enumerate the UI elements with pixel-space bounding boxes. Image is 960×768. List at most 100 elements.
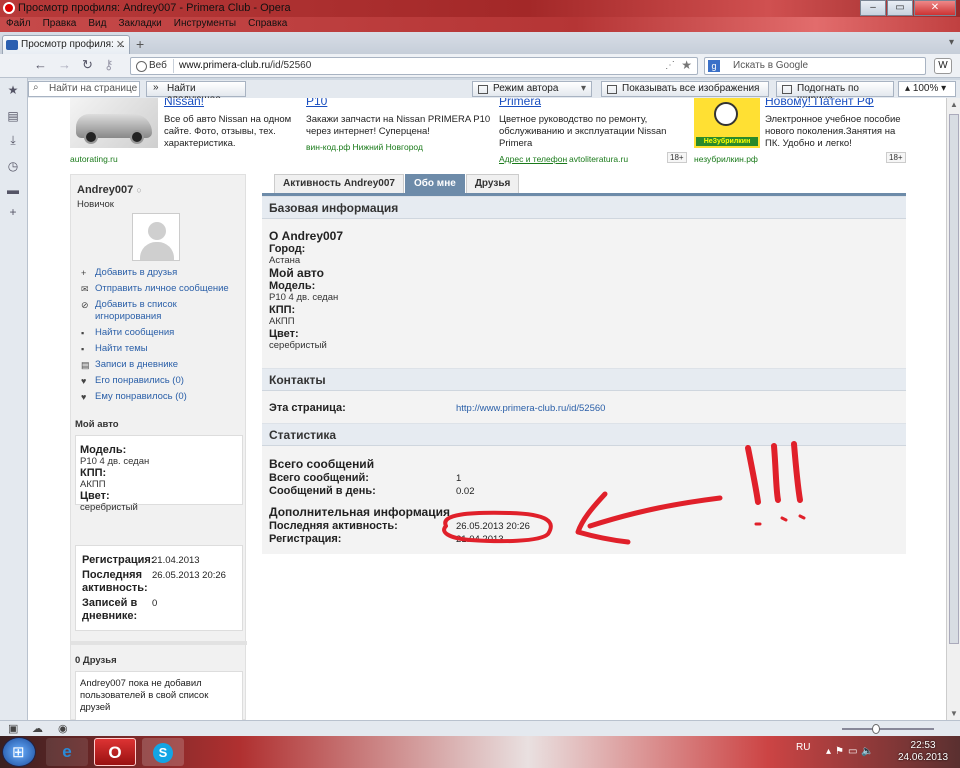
find-next-button[interactable]: Найти следующее [146, 81, 246, 105]
tab-menu-chevron-icon[interactable]: ▾ [949, 37, 954, 48]
opera-logo-icon [3, 2, 15, 14]
history-clock-icon[interactable]: ◷ [6, 160, 20, 172]
vertical-scrollbar[interactable]: ▲ ▼ [946, 98, 960, 720]
ad-address-link[interactable]: Адрес и телефон [499, 154, 567, 164]
google-icon[interactable]: g [708, 60, 720, 72]
clock-date: 24.06.2013 [898, 752, 949, 763]
ad-title[interactable]: Nissan! [164, 98, 204, 108]
ad-source[interactable]: autorating.ru [70, 154, 118, 164]
scroll-up-icon[interactable]: ▲ [950, 100, 958, 109]
total-posts-label: Всего сообщений: [269, 472, 369, 484]
ad-source[interactable]: avtoliteratura.ru [569, 154, 628, 164]
search-field[interactable]: g Искать в Google [704, 57, 926, 75]
ignore-user-link[interactable]: ⊘ Добавить в список игнорирования [79, 299, 243, 323]
gearbox-value: АКПП [80, 479, 106, 490]
last-activity-value: 26.05.2013 20:26 [152, 570, 226, 581]
model-value: P10 4 дв. седан [269, 292, 339, 303]
likes-given-link[interactable]: ♥ Ему понравилось (0) [79, 391, 243, 403]
zoom-slider-knob[interactable] [872, 724, 880, 734]
clock[interactable]: 22:53 24.06.2013 [898, 740, 948, 764]
cloud-icon[interactable]: ☁ [32, 722, 43, 735]
liked-by-link[interactable]: ♥ Его понравились (0) [79, 375, 243, 387]
fit-width-button[interactable]: Подогнать по ширине [776, 81, 894, 105]
diary-count-value: 0 [152, 598, 158, 609]
diary-entries-link[interactable]: ▤ Записи в дневнике [79, 359, 243, 371]
ad-title[interactable]: P10 [306, 98, 327, 108]
new-tab-icon[interactable]: + [136, 36, 144, 52]
car-ad-image[interactable] [70, 98, 158, 148]
find-posts-link[interactable]: ▪ Найти сообщения [79, 327, 243, 339]
close-tab-icon[interactable]: ✕ [116, 38, 125, 51]
tab-label: Просмотр профиля: ... [21, 39, 125, 50]
menu-file[interactable]: Файл [0, 17, 37, 32]
ad-desc: Закажи запчасти на Nissan PRIMERA P10 че… [306, 114, 491, 137]
scrollbar-thumb[interactable] [949, 114, 959, 644]
window-titlebar: Просмотр профиля: Andrey007 - Primera Cl… [0, 0, 960, 17]
scroll-down-icon[interactable]: ▼ [950, 709, 958, 718]
minimize-button[interactable]: – [860, 0, 886, 16]
show-images-button[interactable]: Показывать все изображения [601, 81, 769, 97]
turbo-icon[interactable]: ◉ [58, 722, 68, 735]
forward-arrow-icon[interactable]: → [58, 57, 71, 72]
profile-sidebar: Andrey007 ○ Новичок + Добавить в друзья ✉… [70, 174, 247, 720]
menu-view[interactable]: Вид [82, 17, 112, 32]
author-mode-select[interactable]: Режим автора [472, 81, 592, 97]
language-indicator[interactable]: RU [796, 742, 810, 753]
last-activity-row: Последняя активность: 26.05.2013 20:26 [269, 520, 530, 532]
ad-title[interactable]: Primera [499, 98, 541, 108]
add-friend-link[interactable]: + Добавить в друзья [79, 267, 243, 279]
back-arrow-icon[interactable]: ← [34, 57, 47, 72]
tray-icons[interactable]: ▴⚑▭🔈 [826, 746, 878, 757]
internet-explorer-icon[interactable]: e [46, 738, 88, 766]
ad-source[interactable]: вин-код.рф Нижний Новгород [306, 142, 423, 152]
zoom-select[interactable]: ▴ 100% ▾ [898, 81, 956, 97]
find-threads-link[interactable]: ▪ Найти темы [79, 343, 243, 355]
page-url-link[interactable]: http://www.primera-club.ru/id/52560 [456, 403, 605, 414]
menu-bookmarks[interactable]: Закладки [112, 17, 167, 32]
url-text: www.primera-club.ru/id/52560 [179, 60, 312, 71]
tab-activity[interactable]: Активность Andrey007 [274, 174, 404, 194]
ad-source[interactable]: незубрилкин.рф [694, 154, 758, 164]
page-url-label: Эта страница: [269, 402, 346, 414]
page-url-row: Эта страница: http://www.primera-club.ru/… [269, 402, 605, 414]
tab-about[interactable]: Обо мне [404, 174, 465, 194]
tab-profile[interactable]: Просмотр профиля: ... ✕ [2, 35, 130, 54]
wand-icon[interactable]: W [934, 58, 952, 74]
opera-taskbar-icon[interactable]: O [94, 738, 136, 766]
skype-icon[interactable]: S [142, 738, 184, 766]
menu-bar: Файл Правка Вид Закладки Инструменты Спр… [0, 17, 960, 32]
bookmarks-star-icon[interactable]: ★ [6, 84, 20, 96]
plus-icon: + [81, 268, 87, 278]
cartoon-ad-image[interactable]: НеЗубрилкин [694, 98, 760, 148]
color-label: Цвет: [269, 328, 299, 340]
basic-info-header: Базовая информация [262, 196, 906, 219]
notes-icon[interactable]: ▤ [6, 110, 20, 122]
panels-icon[interactable]: ▬ [6, 184, 20, 196]
web-mode-badge[interactable]: Веб [133, 59, 174, 73]
start-button[interactable] [2, 737, 36, 767]
maximize-button[interactable]: ▭ [887, 0, 913, 16]
last-activity-label: Последняя активность: [269, 520, 398, 532]
ad-title[interactable]: Новому! Патент РФ [765, 98, 874, 108]
user-rank: Новичок [77, 199, 114, 210]
menu-help[interactable]: Справка [242, 17, 293, 32]
window-title: Просмотр профиля: Andrey007 - Primera Cl… [18, 2, 291, 14]
tab-friends[interactable]: Друзья [465, 174, 520, 194]
model-label: Модель: [80, 444, 127, 456]
menu-tools[interactable]: Инструменты [168, 17, 242, 32]
menu-edit[interactable]: Правка [37, 17, 83, 32]
send-message-link[interactable]: ✉ Отправить личное сообщение [79, 283, 243, 295]
about-panel: Базовая информация О Andrey007 Город: Ас… [262, 196, 906, 554]
reload-icon[interactable]: ↻ [82, 57, 93, 73]
add-panel-icon[interactable]: + [6, 206, 20, 218]
key-icon[interactable]: ⚷ [104, 57, 114, 73]
panel-toggle-icon[interactable]: ▣ [8, 722, 18, 735]
downloads-icon[interactable]: ⤓ [6, 134, 20, 146]
zoom-slider[interactable] [842, 724, 934, 734]
address-field[interactable]: Веб www.primera-club.ru/id/52560 ⋰ ★ [130, 57, 698, 75]
my-car-box: Модель: P10 4 дв. седан КПП: АКПП Цвет: … [75, 435, 243, 513]
bookmark-star-icon[interactable]: ★ [681, 58, 692, 72]
close-window-button[interactable]: ✕ [914, 0, 956, 16]
rss-icon[interactable]: ⋰ [665, 60, 675, 71]
find-input[interactable]: Найти на странице [28, 81, 140, 97]
